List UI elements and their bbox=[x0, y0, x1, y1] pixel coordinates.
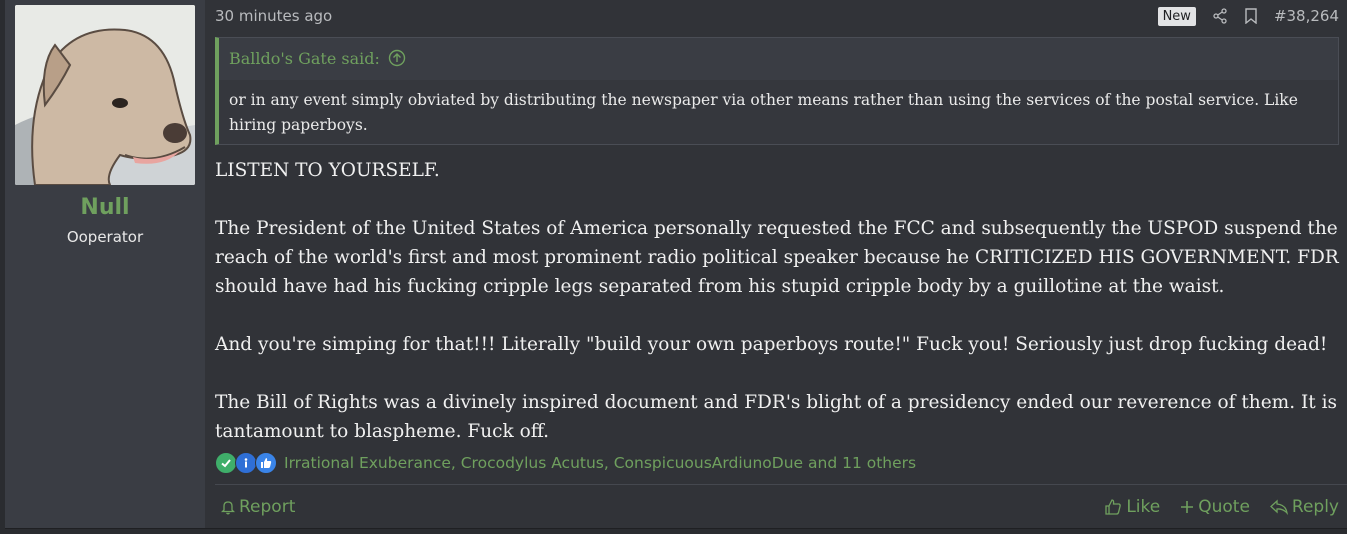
report-label: Report bbox=[239, 497, 296, 517]
user-sidebar: Null Ooperator bbox=[5, 0, 205, 528]
reaction-users[interactable]: Irrational Exuberance, Crocodylus Acutus… bbox=[284, 454, 916, 472]
post-main: 30 minutes ago New #38,264 Balldo's Gate… bbox=[215, 0, 1347, 528]
bookmark-icon[interactable] bbox=[1244, 8, 1258, 24]
reply-label: Reply bbox=[1291, 497, 1339, 517]
post-meta-actions: New #38,264 bbox=[1157, 5, 1339, 27]
arrow-up-circle-icon[interactable] bbox=[388, 49, 406, 67]
like-label: Like bbox=[1126, 497, 1161, 517]
quote-text: or in any event simply obviated by distr… bbox=[219, 80, 1338, 144]
post-number[interactable]: #38,264 bbox=[1274, 7, 1339, 25]
footer-actions: Like Quote Reply bbox=[1104, 497, 1339, 517]
thumbs-up-icon bbox=[1104, 498, 1122, 516]
like-reaction-icon[interactable] bbox=[255, 452, 277, 474]
post-body: LISTEN TO YOURSELF. The President of the… bbox=[215, 156, 1339, 475]
new-badge: New bbox=[1157, 6, 1196, 26]
forum-post: Null Ooperator 30 minutes ago New #38,26… bbox=[5, 0, 1347, 529]
quote-header[interactable]: Balldo's Gate said: bbox=[219, 38, 1338, 78]
avatar[interactable] bbox=[15, 5, 195, 185]
post-paragraph: The President of the United States of Am… bbox=[215, 218, 1339, 297]
share-icon[interactable] bbox=[1212, 8, 1228, 24]
post-paragraph: And you're simping for that!!! Literally… bbox=[215, 334, 1328, 355]
reply-arrow-icon bbox=[1269, 499, 1288, 515]
post-footer: Report Like Quote Reply bbox=[215, 484, 1347, 529]
info-reaction-icon[interactable] bbox=[235, 452, 257, 474]
quote-author[interactable]: Balldo's Gate said: bbox=[229, 49, 380, 68]
plus-icon bbox=[1180, 500, 1194, 514]
user-title: Ooperator bbox=[66, 228, 144, 246]
report-button[interactable]: Report bbox=[221, 497, 295, 517]
check-reaction-icon[interactable] bbox=[215, 452, 237, 474]
quote-block: Balldo's Gate said: or in any event simp… bbox=[215, 37, 1339, 145]
reactions-bar: Irrational Exuberance, Crocodylus Acutus… bbox=[215, 452, 916, 474]
like-button[interactable]: Like bbox=[1104, 497, 1160, 517]
quote-button[interactable]: Quote bbox=[1180, 497, 1250, 517]
post-paragraph: LISTEN TO YOURSELF. bbox=[215, 160, 440, 181]
post-paragraph: The Bill of Rights was a divinely inspir… bbox=[215, 392, 1337, 442]
username[interactable]: Null bbox=[5, 195, 205, 220]
bell-icon bbox=[221, 499, 235, 515]
quote-label: Quote bbox=[1198, 497, 1250, 517]
post-timestamp[interactable]: 30 minutes ago bbox=[215, 7, 332, 25]
reply-button[interactable]: Reply bbox=[1269, 497, 1339, 517]
